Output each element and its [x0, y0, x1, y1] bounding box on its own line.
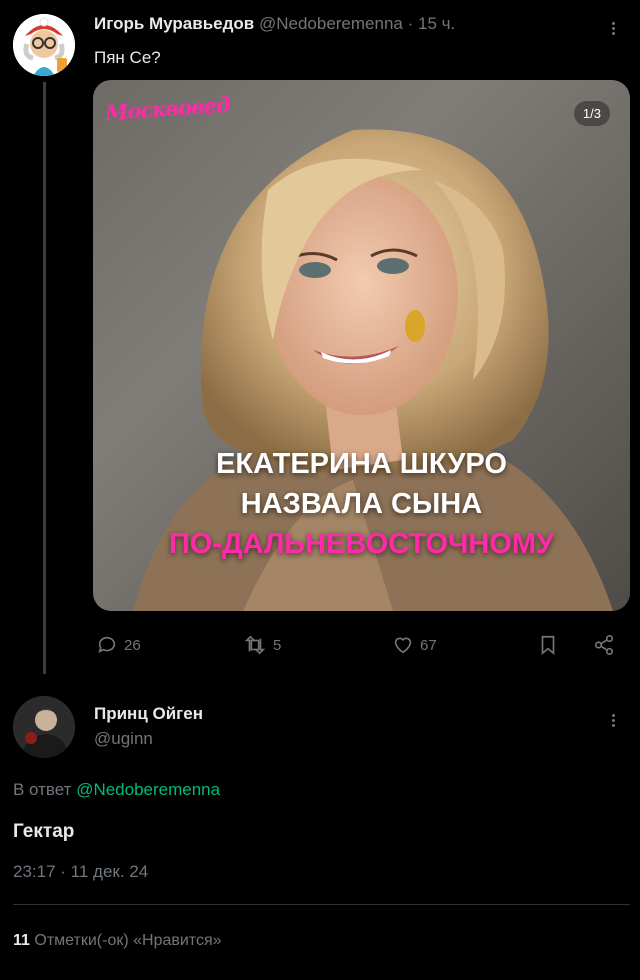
share-icon: [594, 635, 614, 655]
reply-text: Гектар: [13, 821, 75, 842]
like-count: 67: [420, 636, 437, 654]
retweet-icon: [244, 635, 266, 655]
likes-summary[interactable]: 11 Отметки(-ок) «Нравится»: [13, 932, 222, 950]
bookmark-button[interactable]: [538, 634, 558, 656]
author-name[interactable]: Игорь Муравьедов: [94, 14, 254, 33]
separator: ·: [407, 14, 414, 33]
reply-author-avatar[interactable]: [13, 696, 75, 758]
likes-label: Отметки(-ок) «Нравится»: [34, 932, 222, 949]
man-avatar-icon: [13, 696, 75, 758]
scientist-avatar-icon: [13, 14, 75, 76]
reply-count: 26: [124, 636, 141, 654]
media-caption-line-3: ПО-ДАЛЬНЕВОСТОЧНОМУ: [168, 528, 555, 560]
reply-button[interactable]: 26: [96, 634, 141, 656]
tweet-header: Игорь Муравьедов @Nedoberemenna · 15 ч.: [94, 14, 455, 34]
retweet-button[interactable]: 5: [243, 634, 281, 656]
share-button[interactable]: [593, 634, 615, 656]
reply-icon: [98, 636, 116, 653]
reply-author-name[interactable]: Принц Ойген: [94, 704, 203, 724]
reply-to-line: В ответ @Nedoberemenna: [13, 780, 220, 800]
likes-count: 11: [13, 932, 30, 949]
reply-more-icon[interactable]: [612, 712, 616, 729]
like-icon: [394, 637, 412, 654]
thread-line: [43, 82, 46, 674]
reply-date[interactable]: 23:17 · 11 дек. 24: [13, 862, 148, 882]
like-button[interactable]: 67: [392, 634, 437, 656]
media-counter: 1/3: [573, 101, 610, 126]
reply-author-handle[interactable]: @uginn: [94, 729, 153, 749]
divider: [13, 904, 630, 905]
media-caption-line-2: НАЗВАЛА СЫНА: [240, 488, 483, 520]
tweet-text: Пян Се?: [94, 48, 161, 67]
retweet-count: 5: [273, 636, 282, 654]
media-caption-line-1: ЕКАТЕРИНА ШКУРО: [216, 448, 507, 480]
bookmark-icon: [541, 635, 555, 656]
reply-to-prefix: В ответ: [13, 780, 72, 799]
author-handle[interactable]: @Nedoberemenna: [259, 14, 403, 33]
author-avatar[interactable]: [13, 14, 75, 76]
tweet-media[interactable]: Москвовед 1/3 ЕКАТЕРИНА ШКУРО НАЗВАЛА СЫ…: [93, 80, 630, 611]
tweet-time[interactable]: 15 ч.: [418, 14, 455, 33]
more-icon[interactable]: [612, 20, 616, 37]
reply-to-handle[interactable]: @Nedoberemenna: [76, 780, 220, 799]
